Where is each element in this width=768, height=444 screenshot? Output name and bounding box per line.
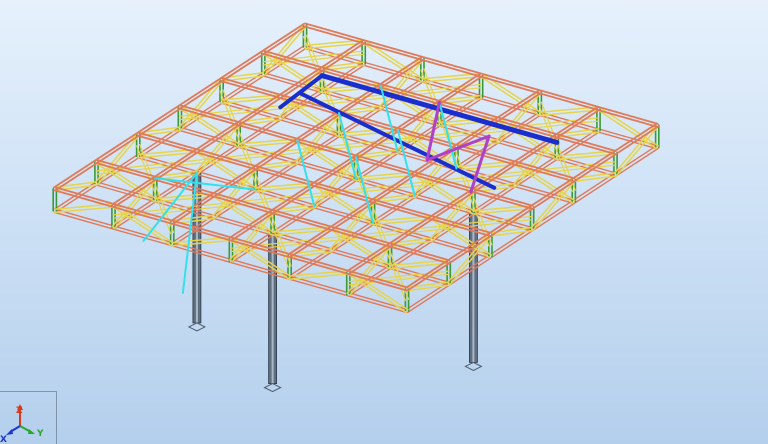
structure-model[interactable] [0,0,768,444]
column-highlight [472,212,475,363]
y-axis-label: Y [36,429,44,439]
support-symbol [263,383,282,393]
column-right[interactable] [464,211,483,371]
support-symbol [464,361,483,371]
support-symbol [187,322,207,332]
y-axis-arrowhead [28,429,35,434]
column-middle[interactable] [263,233,282,393]
truss-diagonal [532,180,576,231]
axis-triad-panel: Z Y X [0,391,57,444]
bottom-chord [53,211,408,314]
column-highlight [271,233,274,384]
z-axis-label: Z [16,406,23,416]
3d-viewport[interactable]: Z Y X [0,0,768,444]
x-axis-label: X [0,435,7,444]
axis-triad: Z Y X [0,404,44,444]
truss-diagonal [615,125,660,177]
x-axis-arrowhead [6,429,13,435]
